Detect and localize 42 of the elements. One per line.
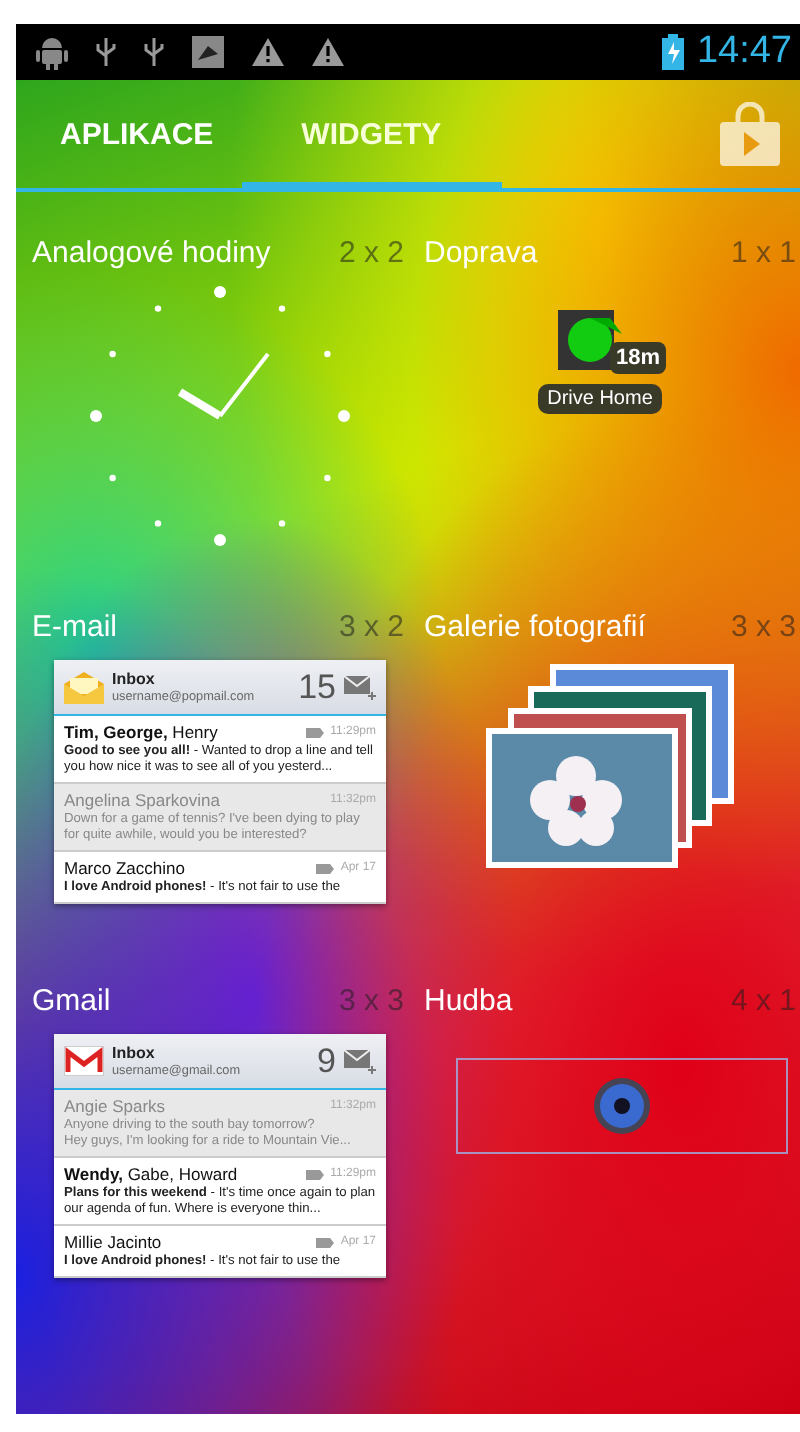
warning-icon <box>312 38 344 66</box>
widget-size: 4 x 1 <box>730 984 796 1018</box>
widget-size: 3 x 3 <box>338 984 404 1018</box>
battery-icon <box>662 34 685 70</box>
envelope-icon <box>64 671 104 704</box>
clock-time: 14:47 <box>696 30 792 74</box>
inbox-title: Inbox <box>112 669 157 690</box>
mail-icon <box>64 1046 104 1077</box>
widget-name: Galerie fotografií <box>424 610 646 644</box>
unread-count: 15 <box>298 666 336 709</box>
message-sender: Tim, George, Henry <box>64 722 220 744</box>
speaker-icon <box>592 1076 652 1136</box>
widget-size: 3 x 3 <box>730 610 796 644</box>
message-sender: Angelina Sparkovina <box>64 790 222 812</box>
inbox-title: Inbox <box>112 1043 157 1064</box>
widget-name: Analogové hodiny <box>32 236 271 270</box>
duration-badge: 18m <box>609 342 667 374</box>
tag-icon <box>306 728 325 739</box>
route-label: Drive Home <box>537 384 663 414</box>
tag-icon <box>316 864 335 875</box>
widget-size: 1 x 1 <box>730 236 796 270</box>
usb-icon <box>96 36 116 68</box>
message-sender: Millie Jacinto <box>64 1232 164 1254</box>
picture-icon <box>192 36 224 68</box>
warning-icon <box>252 38 284 66</box>
unread-count: 9 <box>317 1040 336 1083</box>
widget-size: 2 x 2 <box>338 236 404 270</box>
widget-name: Gmail <box>32 984 111 1018</box>
widget-preview[interactable]: 18m Drive Home <box>424 270 800 566</box>
tag-icon <box>316 1238 335 1249</box>
widget-name: Doprava <box>424 236 538 270</box>
widget-name: Hudba <box>424 984 513 1018</box>
message-sender: Marco Zacchino <box>64 858 187 880</box>
compose-icon[interactable] <box>344 675 376 700</box>
message-sender: Angie Sparks <box>64 1096 168 1118</box>
widget-size: 3 x 2 <box>338 610 404 644</box>
widget-name: E-mail <box>32 610 118 644</box>
usb-icon <box>144 36 164 68</box>
tag-icon <box>306 1170 325 1181</box>
message-sender: Wendy, Gabe, Howard <box>64 1164 240 1186</box>
robot-icon <box>36 34 68 70</box>
compose-icon[interactable] <box>344 1049 376 1074</box>
